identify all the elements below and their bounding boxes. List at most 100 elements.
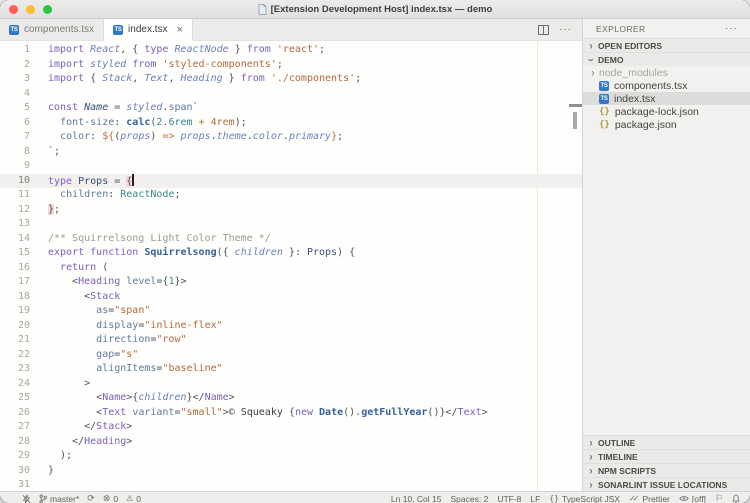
section-label: OUTLINE	[598, 437, 636, 448]
status-item-utf-8[interactable]: UTF-8	[497, 494, 521, 503]
code-line[interactable]: 25 <Name>{children}</Name>	[0, 391, 582, 406]
code-text: import { Stack, Text, Heading } from './…	[48, 73, 362, 84]
status-item-prettier[interactable]: ✓✓ Prettier	[629, 494, 670, 503]
code-line[interactable]: 28 </Heading>	[0, 435, 582, 450]
status-label: TypeScript JSX	[561, 493, 621, 503]
status-item-typescript-jsx[interactable]: {} TypeScript JSX	[549, 494, 620, 503]
code-line[interactable]: 26 <Text variant="small">© Squeaky {new …	[0, 406, 582, 421]
sync-icon: ⟳	[87, 493, 95, 503]
code-line[interactable]: 16 return (	[0, 261, 582, 276]
code-line[interactable]: 20 display="inline-flex"	[0, 319, 582, 334]
split-editor-icon[interactable]	[538, 24, 549, 35]
close-window-button[interactable]	[9, 4, 18, 14]
overview-ruler-selection-mark	[573, 112, 577, 129]
code-line[interactable]: 7 color: ${(props) => props.theme.color.…	[0, 130, 582, 145]
code-line[interactable]: 9	[0, 159, 582, 174]
status-item-0[interactable]: ⚠ 0	[126, 494, 141, 503]
status-item-master-[interactable]: master*	[39, 494, 79, 503]
status-item-bell[interactable]	[732, 494, 740, 503]
text-cursor	[132, 173, 134, 186]
close-tab-icon[interactable]: ×	[177, 24, 183, 36]
tab-components-tsx[interactable]: TS components.tsx	[0, 19, 105, 40]
section-open-editors[interactable]: › OPEN EDITORS	[583, 38, 750, 52]
chevron-right-icon: ›	[589, 464, 593, 477]
code-line[interactable]: 8 `;	[0, 145, 582, 160]
line-number: 10	[17, 174, 30, 186]
code-text: import styled from 'styled-components';	[48, 58, 283, 70]
code-line[interactable]: 31	[0, 478, 582, 491]
status-label: 0	[113, 493, 119, 503]
status-item-sync[interactable]: ⟳	[87, 494, 95, 503]
code-line[interactable]: 1 import React, { type ReactNode } from '…	[0, 43, 582, 58]
code-text: };	[48, 203, 61, 215]
code-line[interactable]: 27 </Stack>	[0, 420, 582, 435]
code-text: <Heading level={1}>	[48, 276, 187, 287]
code-text: </Heading>	[48, 435, 133, 447]
double-check-icon: ✓✓	[629, 493, 640, 503]
code-line[interactable]: 22 gap="s"	[0, 348, 582, 363]
code-line[interactable]: 10 type Props = {	[0, 173, 582, 188]
typescript-file-icon: TS	[599, 93, 609, 104]
line-number: 8	[23, 145, 30, 157]
code-line[interactable]: 29 );	[0, 449, 582, 464]
section-npm-scripts[interactable]: › NPM SCRIPTS	[583, 463, 750, 477]
tab-label: components.tsx	[24, 24, 95, 35]
tab-index-tsx[interactable]: TS index.tsx ×	[104, 19, 193, 41]
code-text: children: ReactNode;	[60, 189, 181, 200]
status-item-lf[interactable]: LF	[530, 494, 540, 503]
status-item-spaces-2[interactable]: Spaces: 2	[451, 494, 489, 503]
code-line[interactable]: 3 import { Stack, Text, Heading } from '.…	[0, 72, 582, 87]
code-text: type Props = {	[48, 173, 134, 187]
code-editor[interactable]: 1 import React, { type ReactNode } from '…	[0, 41, 582, 491]
code-line[interactable]: 2 import styled from 'styled-components';	[0, 58, 582, 73]
code-text: import React, { type ReactNode } from 'r…	[48, 44, 326, 55]
file-item-package-json[interactable]: {} package.json	[583, 118, 750, 131]
line-number: 15	[17, 247, 30, 258]
code-text: font-size: calc(2.6rem + 4rem);	[60, 116, 247, 128]
file-item-index-tsx[interactable]: TS index.tsx	[583, 92, 750, 105]
line-number: 31	[17, 479, 30, 490]
status-item--off-[interactable]: [off]	[679, 494, 706, 503]
code-line[interactable]: 17 <Heading level={1}>	[0, 275, 582, 290]
code-line[interactable]: 18 <Stack	[0, 290, 582, 305]
code-line[interactable]: 12};	[0, 203, 582, 218]
code-line[interactable]: 5 const Name = styled.span`	[0, 101, 582, 116]
section-label: OPEN EDITORS	[598, 40, 663, 51]
sidebar-bottom-sections: › OUTLINE › TIMELINE › NPM SCRIPTS › SONARLINT …	[583, 435, 750, 491]
status-item-flag[interactable]: ⚐	[715, 494, 723, 503]
line-number: 16	[17, 261, 30, 273]
editor-more-actions-icon[interactable]: ···	[559, 24, 572, 35]
code-line[interactable]: 14 /** Squirrelsong Light Color Theme */	[0, 232, 582, 247]
code-line[interactable]: 19 as="span"	[0, 304, 582, 319]
code-line[interactable]: 13	[0, 217, 582, 232]
section-demo[interactable]: › DEMO	[583, 52, 750, 66]
minimize-window-button[interactable]	[26, 4, 35, 14]
line-number: 12	[17, 203, 30, 215]
code-text: </Stack>	[48, 421, 133, 432]
line-number: 30	[17, 464, 30, 476]
title-bar: [Extension Development Host] index.tsx —…	[0, 0, 750, 19]
file-item-components-tsx[interactable]: TS components.tsx	[583, 79, 750, 92]
status-item-0[interactable]: ⊗ 0	[103, 494, 118, 503]
chevron-down-icon: ›	[585, 58, 597, 61]
zoom-window-button[interactable]	[43, 4, 52, 14]
code-line[interactable]: 11 children: ReactNode;	[0, 188, 582, 203]
code-line[interactable]: 15 export function Squirrelsong({ childre…	[0, 246, 582, 261]
section-outline[interactable]: › OUTLINE	[583, 435, 750, 449]
code-line[interactable]: 30}	[0, 464, 582, 479]
file-item-package-lock-json[interactable]: {} package-lock.json	[583, 105, 750, 118]
typescript-file-icon: TS	[113, 24, 124, 35]
code-line[interactable]: 6 font-size: calc(2.6rem + 4rem);	[0, 116, 582, 131]
section-timeline[interactable]: › TIMELINE	[583, 449, 750, 463]
line-number: 2	[23, 58, 30, 70]
status-item-zap-off[interactable]	[22, 494, 31, 503]
file-item-node_modules[interactable]: › node_modules	[583, 66, 750, 79]
section-sonarlint-issue-locations[interactable]: › SONARLINT ISSUE LOCATIONS	[583, 477, 750, 491]
code-text: }	[48, 464, 55, 476]
code-line[interactable]: 21 direction="row"	[0, 333, 582, 348]
code-line[interactable]: 24 >	[0, 377, 582, 392]
code-line[interactable]: 4	[0, 87, 582, 102]
explorer-more-actions-icon[interactable]: ···	[725, 23, 738, 34]
code-line[interactable]: 23 alignItems="baseline"	[0, 362, 582, 377]
status-item-ln-10-col-15[interactable]: Ln 10, Col 15	[391, 494, 442, 503]
